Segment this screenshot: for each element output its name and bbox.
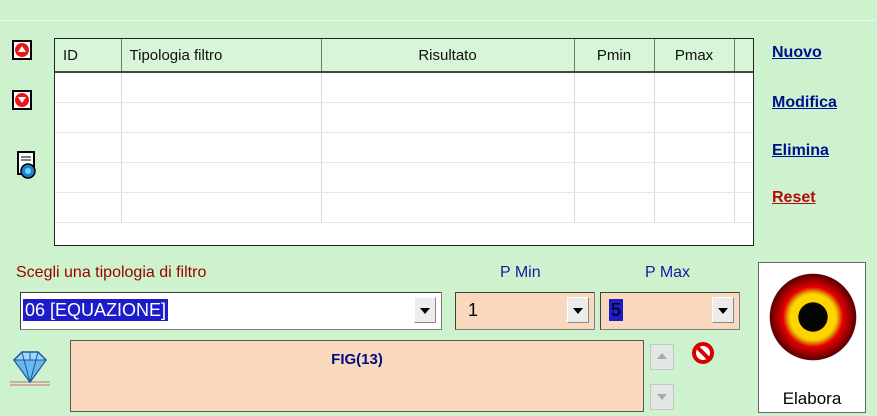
top-bar: [0, 0, 877, 21]
pmin-label: P Min: [500, 264, 541, 281]
table-cell[interactable]: [654, 102, 735, 133]
move-down-icon[interactable]: [12, 90, 32, 110]
document-export-icon[interactable]: [14, 150, 40, 180]
col-header-pmin[interactable]: Pmin: [574, 39, 655, 73]
table-row[interactable]: [55, 132, 753, 163]
table-cell[interactable]: [574, 132, 655, 163]
chevron-down-icon[interactable]: [414, 297, 436, 323]
target-button-icon: [767, 271, 859, 363]
col-header-risultato[interactable]: Risultato: [321, 39, 575, 73]
table-row[interactable]: [55, 72, 753, 103]
table-cell[interactable]: [55, 192, 122, 223]
chevron-down-icon[interactable]: [712, 297, 734, 323]
table-row[interactable]: [55, 162, 753, 193]
table-cell[interactable]: [574, 102, 655, 133]
table-cell: [734, 192, 753, 223]
col-header-id[interactable]: ID: [55, 39, 122, 73]
table-cell[interactable]: [321, 162, 575, 193]
table-row[interactable]: [55, 102, 753, 133]
table-cell[interactable]: [321, 132, 575, 163]
grid-header-row: ID Tipologia filtro Risultato Pmin Pmax: [55, 39, 753, 73]
nuovo-link[interactable]: Nuovo: [772, 44, 822, 62]
pmax-value: 5: [609, 299, 624, 321]
reset-link[interactable]: Reset: [772, 189, 816, 207]
pmin-select[interactable]: 1: [455, 292, 595, 330]
table-cell: [734, 132, 753, 163]
table-cell: [734, 162, 753, 193]
table-cell: [734, 72, 753, 103]
table-cell[interactable]: [55, 132, 122, 163]
elimina-link[interactable]: Elimina: [772, 142, 829, 160]
result-textarea[interactable]: FIG(13): [70, 340, 644, 412]
modifica-link[interactable]: Modifica: [772, 94, 837, 112]
table-cell[interactable]: [121, 102, 322, 133]
elabora-label: Elabora: [782, 389, 842, 408]
table-cell[interactable]: [55, 102, 122, 133]
table-row[interactable]: [55, 192, 753, 223]
table-cell[interactable]: [121, 162, 322, 193]
pmin-value: 1: [468, 300, 479, 320]
scroll-up-button[interactable]: [650, 344, 674, 370]
filter-grid[interactable]: ID Tipologia filtro Risultato Pmin Pmax: [54, 38, 754, 246]
table-cell[interactable]: [654, 72, 735, 103]
col-header-filler: [734, 39, 753, 73]
move-up-arrow: [18, 46, 26, 52]
table-cell[interactable]: [121, 72, 322, 103]
elabora-button[interactable]: Elabora: [758, 262, 866, 413]
result-text: FIG(13): [331, 351, 383, 368]
table-cell[interactable]: [654, 132, 735, 163]
filter-type-select[interactable]: 06 [EQUAZIONE]: [20, 292, 442, 330]
table-cell[interactable]: [121, 132, 322, 163]
table-cell[interactable]: [121, 192, 322, 223]
pmax-label: P Max: [645, 264, 691, 281]
table-cell[interactable]: [321, 192, 575, 223]
diamond-icon[interactable]: [10, 348, 50, 388]
filter-table: ID Tipologia filtro Risultato Pmin Pmax: [55, 39, 753, 223]
col-header-tipologia[interactable]: Tipologia filtro: [121, 39, 322, 73]
table-cell: [734, 102, 753, 133]
table-cell[interactable]: [574, 192, 655, 223]
table-cell[interactable]: [574, 72, 655, 103]
table-cell[interactable]: [574, 162, 655, 193]
table-cell[interactable]: [654, 192, 735, 223]
move-down-arrow: [18, 97, 26, 103]
chevron-down-icon[interactable]: [567, 297, 589, 323]
no-entry-icon[interactable]: [691, 341, 715, 365]
scroll-down-button[interactable]: [650, 384, 674, 410]
table-cell[interactable]: [321, 72, 575, 103]
table-cell[interactable]: [55, 72, 122, 103]
filter-type-label: Scegli una tipologia di filtro: [16, 264, 207, 281]
table-cell[interactable]: [321, 102, 575, 133]
table-cell[interactable]: [55, 162, 122, 193]
move-up-icon[interactable]: [12, 40, 32, 60]
filter-type-value: 06 [EQUAZIONE]: [23, 299, 169, 321]
col-header-pmax[interactable]: Pmax: [654, 39, 735, 73]
pmax-select[interactable]: 5: [600, 292, 740, 330]
table-cell[interactable]: [654, 162, 735, 193]
